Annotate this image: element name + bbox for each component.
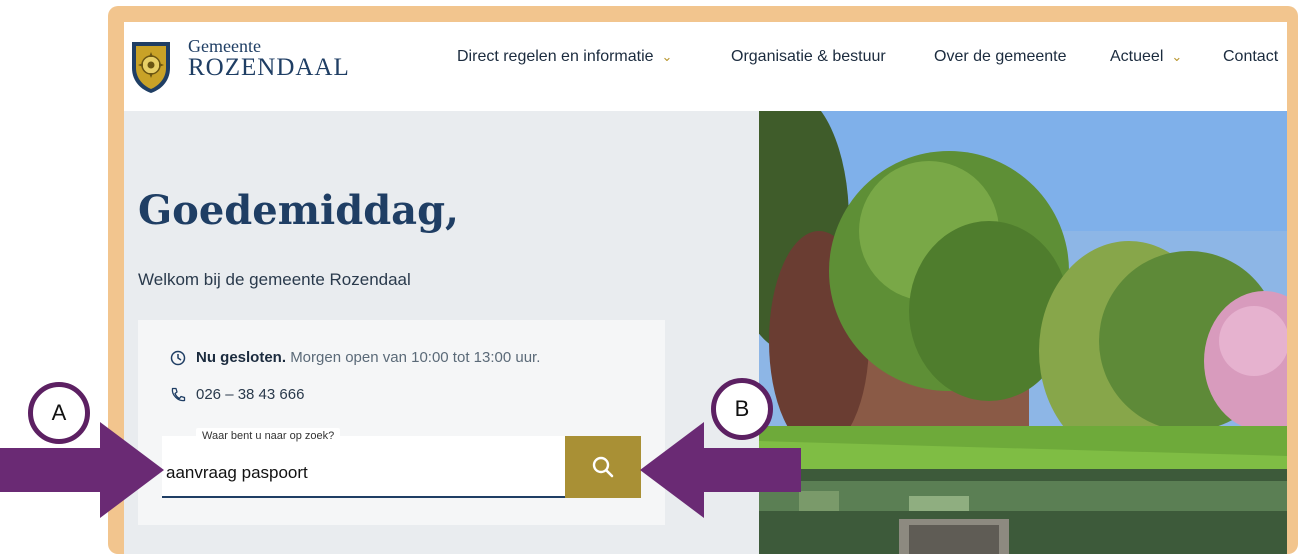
nav-organisatie[interactable]: Organisatie & bestuur [731,48,886,66]
welcome-text: Welkom bij de gemeente Rozendaal [138,270,411,289]
opening-hours-text: Morgen open van 10:00 tot 13:00 uur. [290,349,541,366]
search-button[interactable] [565,436,641,498]
clock-icon [170,350,186,366]
nav-contact[interactable]: Contact [1223,48,1278,66]
search-input[interactable] [162,436,565,498]
logo-text-gemeente[interactable]: Gemeente [188,37,261,55]
nav-label: Organisatie & bestuur [731,48,886,65]
nav-direct-regelen[interactable]: Direct regelen en informatie ⌄ [457,48,672,66]
greeting-heading: Goedemiddag, [138,187,459,234]
nav-label: Actueel [1110,48,1164,65]
arrow-right-annotation [0,422,164,518]
nav-label: Contact [1223,48,1279,65]
nav-label: Over de gemeente [934,48,1067,65]
phone-row[interactable]: 026 – 38 43 666 [170,386,304,403]
nav-actueel[interactable]: Actueel ⌄ [1110,48,1182,66]
nav-over-de-gemeente[interactable]: Over de gemeente [934,48,1067,66]
opening-hours-row: Nu gesloten. Morgen open van 10:00 tot 1… [170,349,540,366]
status-closed: Nu gesloten. [196,349,287,366]
annotation-marker-b: B [711,378,773,440]
search-icon [592,456,614,478]
phone-number[interactable]: 026 – 38 43 666 [196,386,304,403]
logo-text-rozendaal[interactable]: ROZENDAAL [188,55,350,81]
coat-of-arms-logo[interactable] [130,38,172,94]
chevron-down-icon: ⌄ [1171,49,1183,64]
nav-label: Direct regelen en informatie [457,48,654,65]
phone-icon [171,387,186,402]
chevron-down-icon: ⌄ [661,49,673,64]
annotation-marker-a: A [28,382,90,444]
search-field-label: Waar bent u naar op zoek? [196,428,341,444]
park-photo [759,111,1287,554]
site-header: Gemeente ROZENDAAL Direct regelen en inf… [124,22,1287,111]
arrow-left-annotation [640,422,801,518]
